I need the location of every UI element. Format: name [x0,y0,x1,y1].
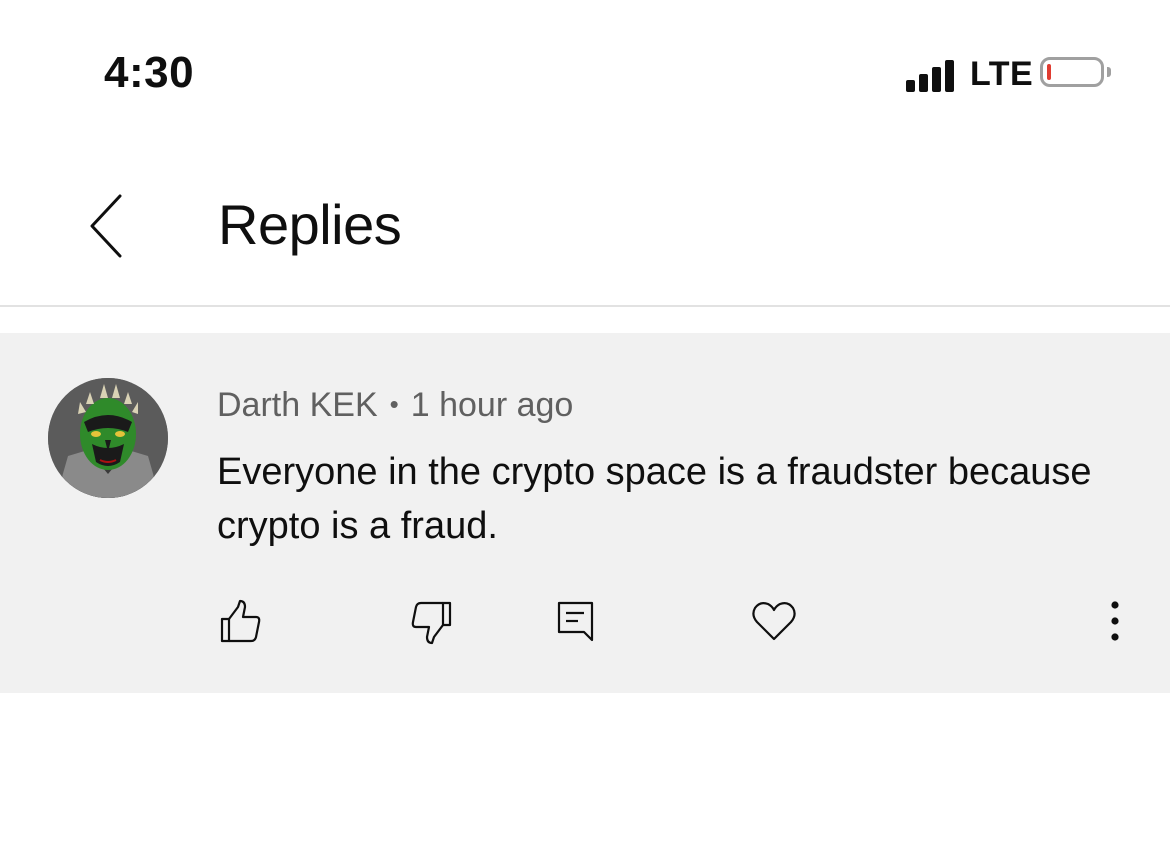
header-divider [0,305,1170,307]
comment-author[interactable]: Darth KEK [217,386,378,424]
heart-button[interactable] [748,595,800,647]
comment-time: 1 hour ago [410,386,574,424]
battery-level [1047,64,1051,80]
comment-card: Darth KEK • 1 hour ago Everyone in the cry… [0,333,1170,693]
status-time: 4:30 [104,48,195,97]
avatar-image [48,378,168,498]
chevron-left-icon [90,194,122,258]
more-vertical-icon [1111,601,1119,641]
page-title: Replies [218,193,402,256]
like-button[interactable] [214,595,266,647]
reply-button[interactable] [550,595,602,647]
thumbs-down-icon [411,601,452,645]
signal-icon [906,58,960,92]
comment-meta: Darth KEK • 1 hour ago [217,386,573,425]
dislike-button[interactable] [406,595,458,647]
network-type: LTE [970,55,1034,93]
comment-text: Everyone in the crypto space is a frauds… [217,451,1092,547]
battery-icon [1040,57,1104,87]
comment-icon [557,601,594,642]
thumbs-up-icon [220,599,261,643]
avatar[interactable] [48,378,168,498]
meta-separator: • [389,389,399,419]
battery-cap [1107,67,1111,77]
more-button[interactable] [1090,595,1140,647]
heart-icon [752,602,796,641]
back-button[interactable] [80,188,136,264]
replies-screen: 4:30 LTE Replies Darth KEK • 1 hour ago … [0,0,1170,856]
